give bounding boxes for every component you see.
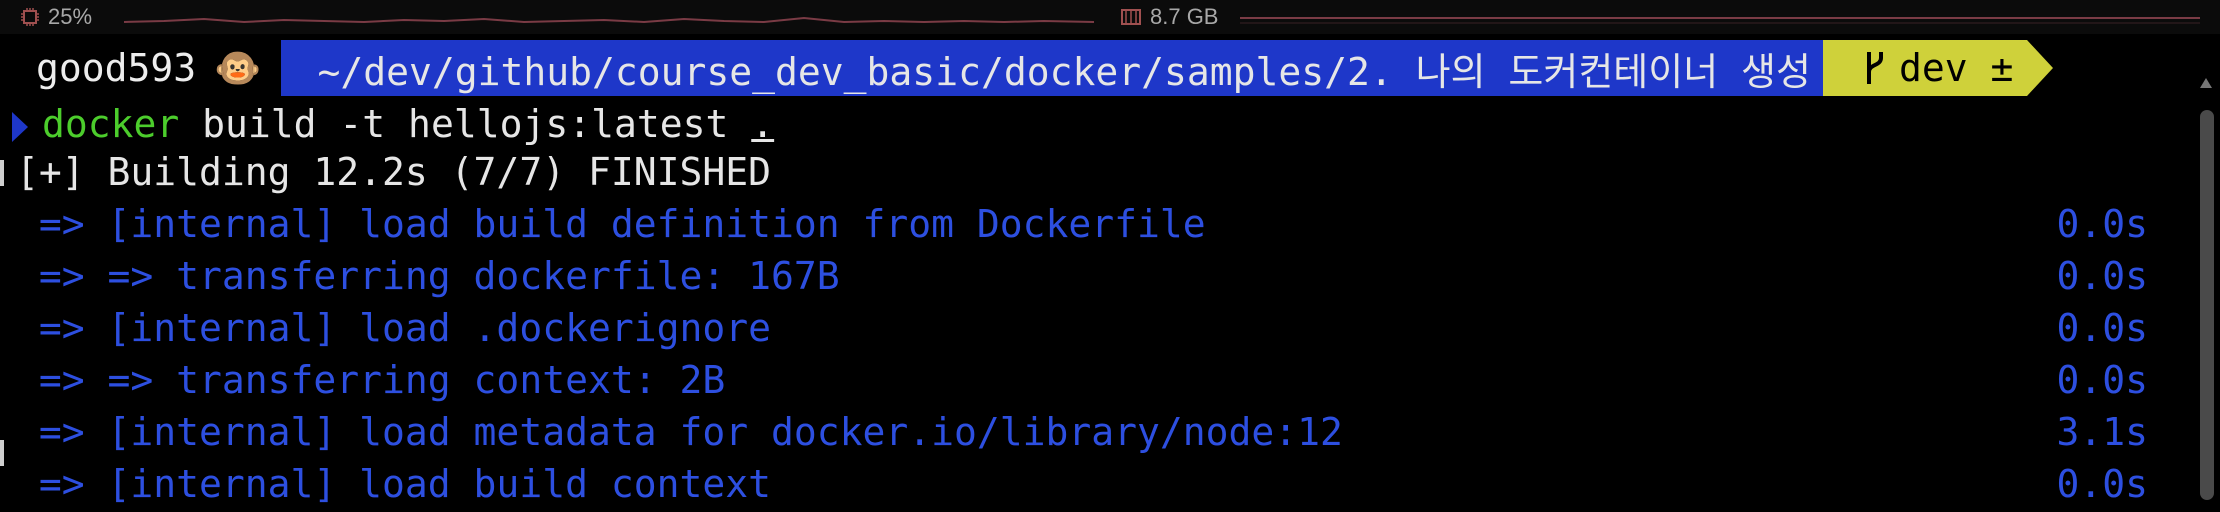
build-step-line: => => transferring dockerfile: 167B	[16, 254, 840, 298]
cpu-usage-label: 25%	[48, 4, 93, 29]
left-edge-mark	[0, 160, 4, 186]
build-step-time: 0.0s	[2056, 202, 2148, 246]
prompt-git-segment: dev ±	[1822, 40, 2028, 96]
build-step-line: => => transferring context: 2B	[16, 358, 726, 402]
system-status-bar: 25% 8.7 GB	[0, 0, 2220, 34]
memory-icon	[1120, 7, 1142, 27]
prompt-path-segment: ~/dev/github/course_dev_basic/docker/sam…	[281, 40, 1823, 96]
build-step-time: 0.0s	[2056, 254, 2148, 298]
build-summary: [+] Building 12.2s (7/7) FINISHED	[16, 150, 771, 194]
build-step-line: => [internal] load build definition from…	[16, 202, 1206, 246]
git-branch-name: dev ±	[1898, 46, 2014, 90]
monkey-emoji-icon: 🐵	[214, 45, 262, 90]
cpu-sparkline	[124, 16, 1094, 24]
build-step-line: => [internal] load .dockerignore	[16, 306, 771, 350]
left-edge-mark	[0, 440, 4, 466]
build-step-line: => [internal] load build context	[16, 462, 771, 506]
cpu-stat: 25%	[20, 4, 92, 30]
build-step-time: 0.0s	[2056, 462, 2148, 506]
memory-stat: 8.7 GB	[1120, 4, 1218, 30]
build-step-time: 3.1s	[2056, 410, 2148, 454]
build-step-time: 0.0s	[2056, 306, 2148, 350]
command-line: docker build -t hellojs:latest .	[12, 98, 774, 150]
memory-sparkline	[1240, 17, 2200, 24]
command-args: build -t hellojs:latest	[179, 102, 752, 146]
command-context: .	[751, 102, 775, 146]
memory-usage-label: 8.7 GB	[1150, 4, 1219, 29]
prompt-caret-icon	[12, 111, 28, 142]
prompt-username: good593	[36, 46, 197, 90]
build-step-time: 0.0s	[2056, 358, 2148, 402]
prompt-user-segment: good593 🐵	[12, 40, 282, 96]
shell-prompt: good593 🐵 ~/dev/github/course_dev_basic/…	[12, 40, 2054, 96]
build-step-line: => [internal] load metadata for docker.i…	[16, 410, 1343, 454]
prompt-current-path: ~/dev/github/course_dev_basic/docker/sam…	[317, 49, 1811, 94]
git-branch-icon	[1859, 48, 1889, 88]
command-program: docker	[42, 102, 180, 146]
terminal-scrollbar[interactable]	[2200, 110, 2214, 500]
prompt-end-icon	[2027, 40, 2054, 96]
scroll-up-icon[interactable]	[2200, 78, 2212, 88]
cpu-chip-icon	[20, 7, 40, 27]
